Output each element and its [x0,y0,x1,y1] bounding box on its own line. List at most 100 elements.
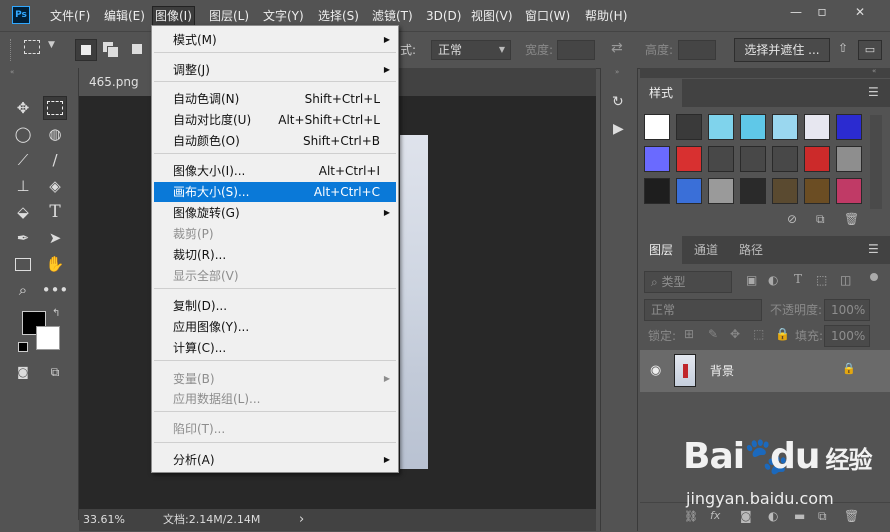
restore-button[interactable]: ▫ [809,2,835,22]
style-swatch[interactable] [772,146,798,172]
image-menu-item[interactable]: 裁切(R)... [154,245,396,265]
marquee-preset-icon[interactable] [24,40,40,54]
menu-select[interactable]: 选择(S) [316,6,361,26]
image-menu-item[interactable]: 计算(C)... [154,338,396,358]
menu-layer[interactable]: 图层(L) [207,6,251,26]
image-menu-item[interactable]: 自动颜色(O) Shift+Ctrl+B [154,131,396,151]
document-tab[interactable]: 465.png @ [79,68,154,117]
options-grip[interactable] [10,39,13,61]
tab-styles[interactable]: 样式 [640,79,683,107]
layers-panel-menu-icon[interactable]: ☰ [868,242,879,256]
style-swatch[interactable] [804,114,830,140]
delete-layer-icon[interactable]: 🗑 [844,509,859,523]
style-swatch[interactable] [676,178,702,204]
image-menu-item[interactable]: 调整(J) ▶ [154,60,396,80]
type-tool-icon[interactable]: T [43,200,67,224]
style-swatch[interactable] [804,178,830,204]
move-tool-icon[interactable]: ✥ [11,96,35,120]
lasso-tool-icon[interactable]: ◯ [11,122,35,146]
background-color-swatch[interactable] [36,326,60,350]
link-layers-icon[interactable]: ⛓ [684,510,698,523]
image-menu-item[interactable]: 图像旋转(G) ▶ [154,203,396,223]
style-swatch[interactable] [676,114,702,140]
opacity-field[interactable]: 100% [824,299,870,321]
actions-panel-icon[interactable]: ▶ [613,121,624,137]
clear-style-icon[interactable]: ⊘ [787,212,797,226]
menu-3d[interactable]: 3D(D) [424,6,463,26]
image-menu-item[interactable]: 应用图像(Y)... [154,317,396,337]
menu-window[interactable]: 窗口(W) [523,6,572,26]
screen-mode-icon[interactable]: ⧉ [43,360,67,384]
new-selection-button[interactable] [75,39,97,61]
zoom-level[interactable]: 33.61% [83,509,125,531]
lock-artboard-icon[interactable]: ⬚ [753,327,764,341]
style-swatch[interactable] [708,146,734,172]
menu-type[interactable]: 文字(Y) [261,6,306,26]
default-colors-icon[interactable] [18,342,28,352]
tab-layers[interactable]: 图层 [640,236,683,264]
style-swatch[interactable] [708,114,734,140]
collapse-tools-icon[interactable]: « [10,68,14,76]
styles-scrollbar[interactable] [870,115,882,209]
more-tools-icon[interactable]: ••• [42,278,69,302]
visibility-eye-icon[interactable]: ◉ [650,363,661,378]
lock-transparent-icon[interactable]: ⊞ [684,327,694,341]
menu-filter[interactable]: 滤镜(T) [370,6,415,26]
style-swatch[interactable] [708,178,734,204]
menu-help[interactable]: 帮助(H) [583,6,629,26]
lock-all-icon[interactable]: 🔒 [775,327,790,341]
style-swatch[interactable] [772,178,798,204]
quick-select-tool-icon[interactable]: ◍ [43,122,67,146]
new-style-icon[interactable]: ⧉ [816,212,825,227]
filter-pixel-icon[interactable]: ▣ [746,273,757,287]
style-swatch[interactable] [740,114,766,140]
new-layer-icon[interactable]: ⧉ [818,509,827,524]
image-menu-item[interactable]: 自动色调(N) Shift+Ctrl+L [154,89,396,109]
menu-file[interactable]: 文件(F) [48,6,92,26]
lock-position-icon[interactable]: ✥ [730,327,740,341]
image-menu-item[interactable]: 复制(D)... [154,296,396,316]
eyedropper-tool-icon[interactable]: ⟋ [11,148,35,172]
select-and-mask-button[interactable]: 选择并遮住 ... [734,38,830,62]
delete-style-icon[interactable]: 🗑 [844,212,859,226]
style-select[interactable]: 正常 ▼ [431,40,511,60]
adjustment-layer-icon[interactable]: ◐ [768,509,778,523]
style-swatch[interactable] [804,146,830,172]
tab-paths[interactable]: 路径 [730,236,772,264]
add-mask-icon[interactable]: ◙ [740,509,752,523]
group-folder-icon[interactable]: ▬ [794,509,805,523]
image-menu-item[interactable]: 模式(M) ▶ [154,30,396,50]
workspace-button[interactable]: ▭ [858,40,882,60]
swap-colors-icon[interactable]: ↰ [52,308,60,319]
filter-shape-icon[interactable]: ⬚ [816,273,827,287]
hand-tool-icon[interactable]: ✋ [43,252,67,276]
quick-mask-icon[interactable]: ◙ [11,360,35,384]
style-swatch[interactable] [740,146,766,172]
filter-type-icon[interactable]: T [794,272,802,286]
brush-tool-icon[interactable]: / [43,148,67,172]
minimize-button[interactable]: — [783,2,809,22]
image-menu-item[interactable]: 自动对比度(U) Alt+Shift+Ctrl+L [154,110,396,130]
stamp-tool-icon[interactable]: ⊥ [11,174,35,198]
shape-tool-icon[interactable] [11,252,35,276]
style-swatch[interactable] [644,146,670,172]
style-swatch[interactable] [644,114,670,140]
filter-toggle-icon[interactable] [870,273,878,281]
fill-field[interactable]: 100% [824,325,870,347]
style-swatch[interactable] [644,178,670,204]
close-button[interactable]: ✕ [847,2,873,22]
history-panel-icon[interactable]: ↻ [612,94,624,110]
height-field[interactable] [678,40,716,60]
filter-adjust-icon[interactable]: ◐ [768,273,778,287]
image-menu-item[interactable]: 画布大小(S)... Alt+Ctrl+C [154,182,396,202]
direct-select-tool-icon[interactable]: ➤ [43,226,67,250]
fx-icon[interactable]: fx [710,509,720,522]
style-swatch[interactable] [836,114,862,140]
tab-channels[interactable]: 通道 [685,236,727,264]
menu-edit[interactable]: 编辑(E) [102,6,147,26]
style-swatch[interactable] [836,178,862,204]
pen-tool-icon[interactable]: ✒ [11,226,35,250]
lock-pixels-icon[interactable]: ✎ [708,327,718,341]
share-icon[interactable]: ⇧ [838,41,848,55]
styles-panel-menu-icon[interactable]: ☰ [868,85,879,99]
